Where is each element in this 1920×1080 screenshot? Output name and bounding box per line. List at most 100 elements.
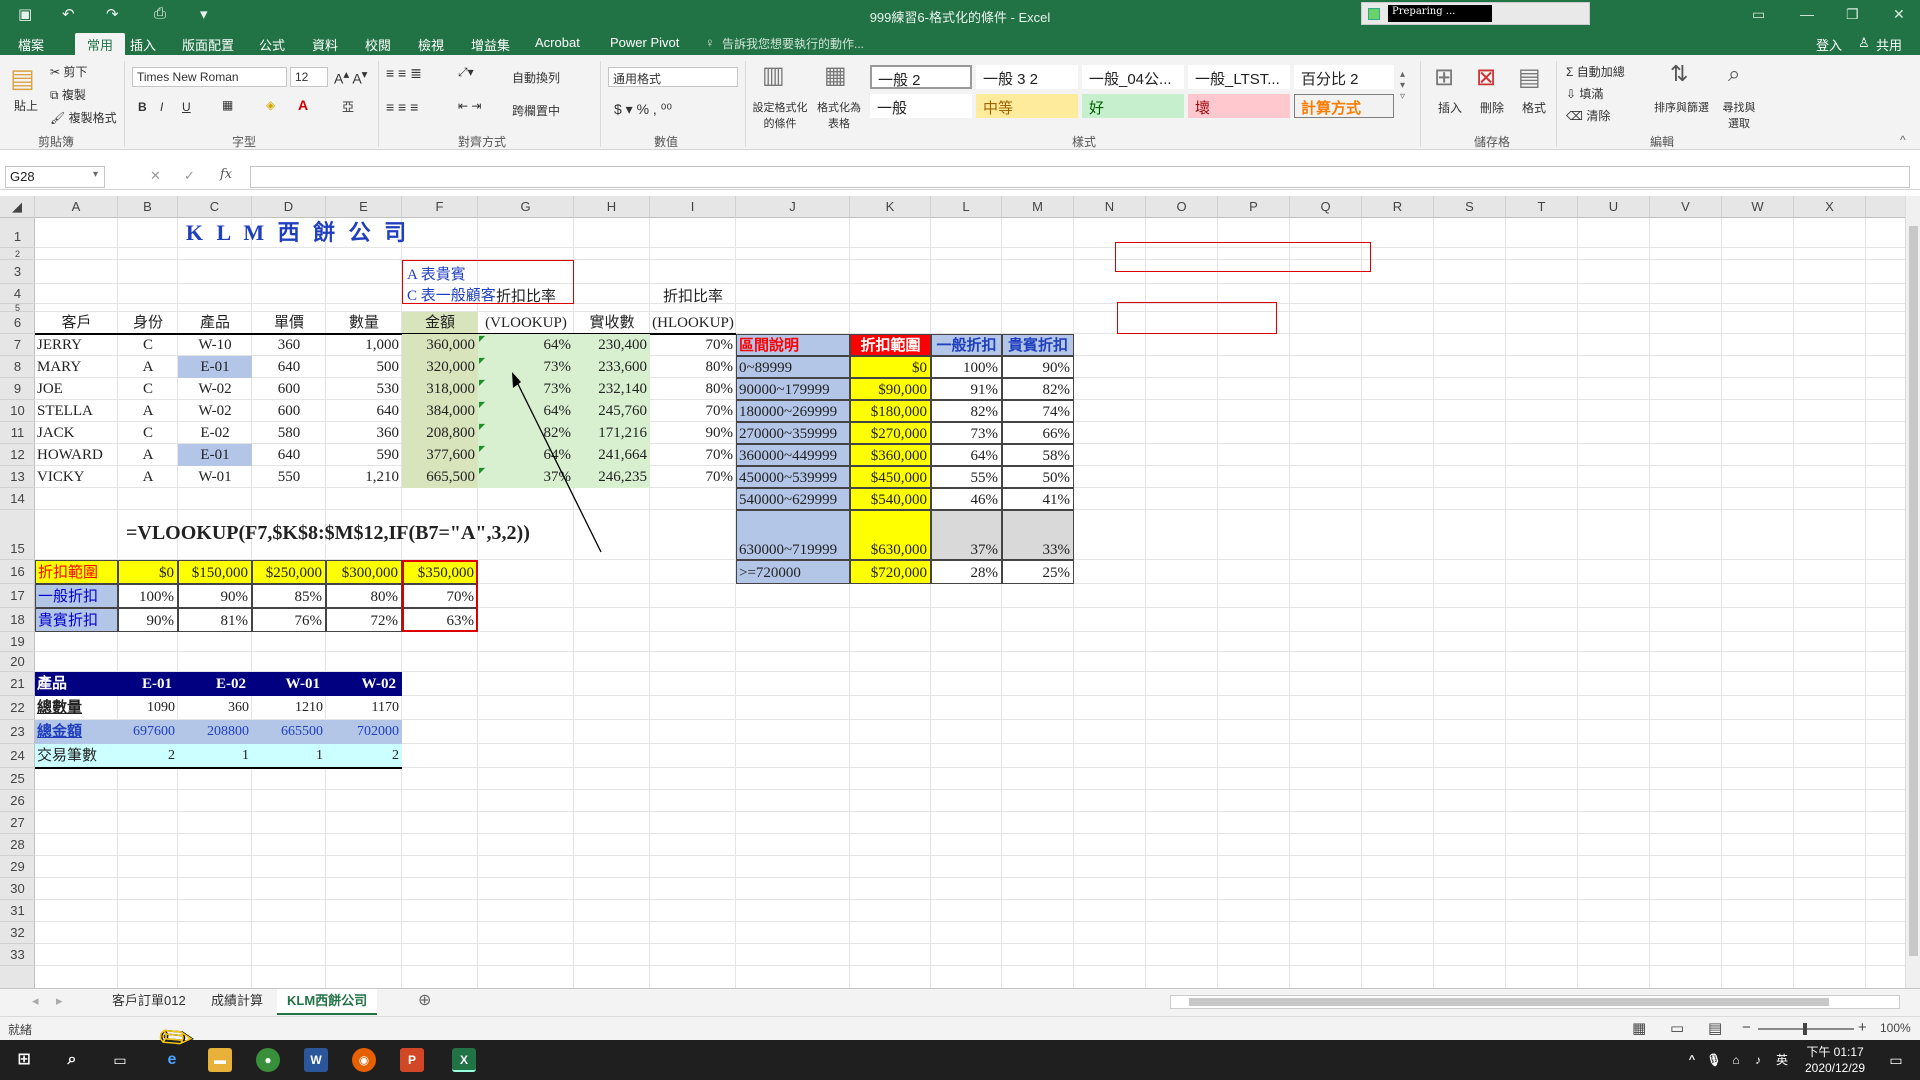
summary-row-label[interactable]: 總數量 (35, 696, 118, 720)
align-left-icon[interactable]: ≡ ≡ ≡ (386, 99, 418, 115)
vtable-range[interactable]: $180,000 (850, 400, 931, 422)
paste-icon[interactable]: ▤ (10, 63, 35, 94)
htable-range[interactable]: $300,000 (326, 560, 402, 584)
restore-icon[interactable]: ❐ (1846, 6, 1859, 23)
next-sheet-icon[interactable]: ▸ (46, 989, 73, 1015)
column-header[interactable]: T (1506, 196, 1578, 218)
format-table-icon[interactable]: ▦ (824, 61, 847, 90)
column-header[interactable]: B (118, 196, 178, 218)
column-header[interactable]: C (178, 196, 252, 218)
column-header[interactable]: R (1362, 196, 1434, 218)
zoom-in-icon[interactable]: + (1858, 1019, 1867, 1036)
minimize-icon[interactable]: — (1800, 6, 1814, 22)
insert-cells-icon[interactable]: ⊞ (1434, 63, 1454, 92)
fill-button[interactable]: ⇩ 填滿 (1566, 85, 1603, 102)
row-header[interactable]: 7 (0, 334, 35, 356)
vtable-normal[interactable]: 64% (931, 444, 1002, 466)
sort-filter-button[interactable]: 排序與篩選 (1654, 99, 1709, 115)
vtable-desc[interactable]: 450000~539999 (736, 466, 850, 488)
row-header[interactable]: 30 (0, 878, 35, 900)
column-header[interactable]: A (35, 196, 118, 218)
row-header[interactable]: 17 (0, 584, 35, 608)
vtable-vip[interactable]: 58% (1002, 444, 1074, 466)
row-header[interactable]: 10 (0, 400, 35, 422)
border-icon[interactable]: ▦ (222, 98, 233, 112)
row-header[interactable]: 19 (0, 632, 35, 652)
enter-icon[interactable]: ✓ (184, 168, 195, 184)
vtable-range[interactable]: $90,000 (850, 378, 931, 400)
vtable-desc[interactable]: 630000~719999 (736, 510, 850, 560)
row-header[interactable]: 22 (0, 696, 35, 720)
vtable-range[interactable]: $0 (850, 356, 931, 378)
tray-chevron-icon[interactable]: ^ (1680, 1048, 1704, 1072)
orientation-icon[interactable]: ⤢▾ (458, 65, 474, 80)
row-header[interactable]: 28 (0, 834, 35, 856)
format-painter-button[interactable]: 🖌 複製格式 (50, 109, 117, 126)
row-header[interactable]: 8 (0, 356, 35, 378)
row-header[interactable]: 21 (0, 672, 35, 696)
vtable-vip[interactable]: 66% (1002, 422, 1074, 444)
summary-value[interactable]: 2 (118, 744, 178, 768)
summary-header-product[interactable]: W-02 (326, 672, 402, 696)
summary-header-product[interactable]: E-01 (118, 672, 178, 696)
htable-vip[interactable]: 90% (118, 608, 178, 632)
zoom-slider[interactable] (1758, 1023, 1854, 1035)
vertical-scroll-thumb[interactable] (1909, 226, 1918, 956)
htable-normal[interactable]: 85% (252, 584, 326, 608)
zoom-out-icon[interactable]: − (1742, 1019, 1751, 1036)
vtable-desc[interactable]: 90000~179999 (736, 378, 850, 400)
excel-icon[interactable]: X (452, 1048, 476, 1072)
clock[interactable]: 下午 01:17 2020/12/29 (1800, 1044, 1870, 1076)
share-button[interactable]: 共用 (1876, 35, 1902, 54)
font-color-icon[interactable]: A (298, 97, 308, 113)
zoom-level[interactable]: 100% (1880, 1021, 1911, 1035)
column-header[interactable]: H (574, 196, 650, 218)
htable-normal[interactable]: 90% (178, 584, 252, 608)
summary-value[interactable]: 1 (178, 744, 252, 768)
htable-range[interactable]: $150,000 (178, 560, 252, 584)
style-normal-04[interactable]: 一般_04公... (1082, 65, 1184, 89)
name-box-dropdown-icon[interactable]: ▾ (93, 169, 98, 180)
bold-button[interactable]: B (138, 100, 147, 114)
vtable-vip[interactable]: 50% (1002, 466, 1074, 488)
summary-value[interactable]: 702000 (326, 720, 402, 744)
vtable-vip[interactable]: 25% (1002, 560, 1074, 584)
sort-filter-icon[interactable]: ⇅ (1670, 61, 1688, 87)
tab-power-pivot[interactable]: Power Pivot (610, 35, 679, 50)
column-header[interactable]: W (1722, 196, 1794, 218)
fill-color-icon[interactable]: ◈ (266, 98, 275, 112)
vtable-desc[interactable]: 360000~449999 (736, 444, 850, 466)
font-grow-icon[interactable]: A▴ A▾ (334, 67, 368, 87)
empty-shape[interactable] (1117, 302, 1277, 334)
insert-function-icon[interactable]: fx (220, 167, 232, 182)
row-header[interactable]: 26 (0, 790, 35, 812)
style-bad[interactable]: 壞 (1188, 94, 1290, 118)
summary-header-product[interactable]: E-02 (178, 672, 252, 696)
style-normal-ltst[interactable]: 一般_LTST... (1188, 65, 1290, 89)
close-icon[interactable]: ✕ (1893, 6, 1905, 23)
tab-file[interactable]: 檔案 (18, 35, 44, 54)
font-size-box[interactable]: 12 (290, 67, 328, 87)
htable-vip[interactable]: 81% (178, 608, 252, 632)
vtable-header[interactable]: 折扣範圍 (850, 334, 931, 356)
htable-label-range[interactable]: 折扣範圍 (35, 560, 118, 584)
vtable-range[interactable]: $630,000 (850, 510, 931, 560)
empty-shape[interactable] (1115, 242, 1371, 272)
tell-me-box[interactable]: 告訴我您想要執行的動作... (722, 35, 864, 52)
htable-normal[interactable]: 100% (118, 584, 178, 608)
tab-data[interactable]: 資料 (312, 35, 338, 54)
cut-button[interactable]: ✂ 剪下 (50, 63, 87, 80)
vtable-normal[interactable]: 46% (931, 488, 1002, 510)
windows-start-icon[interactable]: ⊞ (12, 1048, 36, 1072)
row-header[interactable]: 5 (0, 304, 35, 313)
vtable-normal[interactable]: 55% (931, 466, 1002, 488)
vtable-vip[interactable]: 41% (1002, 488, 1074, 510)
vtable-normal[interactable]: 73% (931, 422, 1002, 444)
tab-insert[interactable]: 插入 (130, 35, 156, 54)
row-header[interactable]: 23 (0, 720, 35, 744)
vtable-normal[interactable]: 37% (931, 510, 1002, 560)
htable-normal[interactable]: 80% (326, 584, 402, 608)
add-sheet-icon[interactable]: ⊕ (408, 989, 441, 1015)
row-header[interactable]: 32 (0, 922, 35, 944)
currency-icon[interactable]: $ ▾ % , ⁰⁰ (614, 101, 672, 118)
